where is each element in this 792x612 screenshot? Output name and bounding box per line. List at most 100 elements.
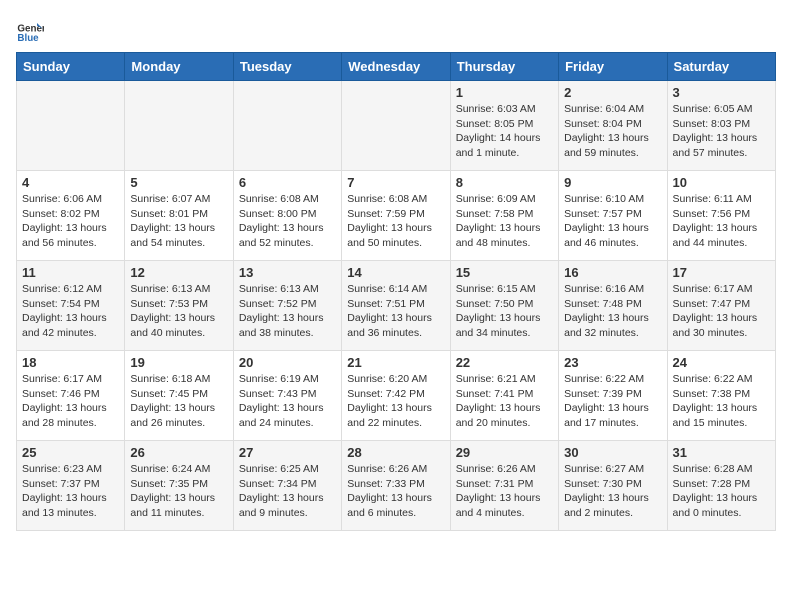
day-info: Sunrise: 6:16 AM Sunset: 7:48 PM Dayligh… [564,282,661,341]
day-number: 6 [239,175,336,190]
sunrise-label: Sunrise: 6:26 AM [456,463,536,475]
daylight-label: Daylight: 13 hours and 6 minutes. [347,492,432,519]
sunrise-label: Sunrise: 6:22 AM [564,373,644,385]
day-number: 22 [456,355,553,370]
sunset-label: Sunset: 8:01 PM [130,208,208,220]
sunrise-label: Sunrise: 6:17 AM [673,283,753,295]
calendar-cell: 17 Sunrise: 6:17 AM Sunset: 7:47 PM Dayl… [667,261,775,351]
day-number: 14 [347,265,444,280]
calendar-cell: 22 Sunrise: 6:21 AM Sunset: 7:41 PM Dayl… [450,351,558,441]
day-number: 9 [564,175,661,190]
day-info: Sunrise: 6:07 AM Sunset: 8:01 PM Dayligh… [130,192,227,251]
day-number: 16 [564,265,661,280]
calendar-cell [125,81,233,171]
daylight-label: Daylight: 13 hours and 34 minutes. [456,312,541,339]
day-info: Sunrise: 6:17 AM Sunset: 7:47 PM Dayligh… [673,282,770,341]
col-header-monday: Monday [125,53,233,81]
day-number: 20 [239,355,336,370]
day-number: 24 [673,355,770,370]
sunset-label: Sunset: 7:56 PM [673,208,751,220]
svg-text:Blue: Blue [17,33,39,44]
sunrise-label: Sunrise: 6:21 AM [456,373,536,385]
sunrise-label: Sunrise: 6:11 AM [673,193,752,205]
daylight-label: Daylight: 13 hours and 48 minutes. [456,222,541,249]
daylight-label: Daylight: 13 hours and 30 minutes. [673,312,758,339]
calendar-header-row: SundayMondayTuesdayWednesdayThursdayFrid… [17,53,776,81]
day-info: Sunrise: 6:08 AM Sunset: 8:00 PM Dayligh… [239,192,336,251]
daylight-label: Daylight: 13 hours and 36 minutes. [347,312,432,339]
daylight-label: Daylight: 13 hours and 9 minutes. [239,492,324,519]
calendar-cell: 2 Sunrise: 6:04 AM Sunset: 8:04 PM Dayli… [559,81,667,171]
day-number: 13 [239,265,336,280]
sunrise-label: Sunrise: 6:12 AM [22,283,102,295]
sunrise-label: Sunrise: 6:18 AM [130,373,210,385]
daylight-label: Daylight: 13 hours and 11 minutes. [130,492,215,519]
day-info: Sunrise: 6:22 AM Sunset: 7:38 PM Dayligh… [673,372,770,431]
sunrise-label: Sunrise: 6:16 AM [564,283,644,295]
daylight-label: Daylight: 13 hours and 44 minutes. [673,222,758,249]
day-info: Sunrise: 6:26 AM Sunset: 7:33 PM Dayligh… [347,462,444,521]
day-number: 21 [347,355,444,370]
sunset-label: Sunset: 8:02 PM [22,208,100,220]
calendar-cell: 30 Sunrise: 6:27 AM Sunset: 7:30 PM Dayl… [559,441,667,531]
calendar-week-1: 1 Sunrise: 6:03 AM Sunset: 8:05 PM Dayli… [17,81,776,171]
sunrise-label: Sunrise: 6:26 AM [347,463,427,475]
day-number: 10 [673,175,770,190]
day-info: Sunrise: 6:26 AM Sunset: 7:31 PM Dayligh… [456,462,553,521]
sunset-label: Sunset: 7:30 PM [564,478,642,490]
day-info: Sunrise: 6:22 AM Sunset: 7:39 PM Dayligh… [564,372,661,431]
calendar-cell: 7 Sunrise: 6:08 AM Sunset: 7:59 PM Dayli… [342,171,450,261]
day-number: 27 [239,445,336,460]
sunset-label: Sunset: 7:39 PM [564,388,642,400]
sunset-label: Sunset: 7:48 PM [564,298,642,310]
sunset-label: Sunset: 8:00 PM [239,208,317,220]
sunset-label: Sunset: 8:05 PM [456,118,534,130]
sunset-label: Sunset: 7:43 PM [239,388,317,400]
col-header-friday: Friday [559,53,667,81]
daylight-label: Daylight: 13 hours and 46 minutes. [564,222,649,249]
sunset-label: Sunset: 8:03 PM [673,118,751,130]
col-header-saturday: Saturday [667,53,775,81]
sunset-label: Sunset: 7:53 PM [130,298,208,310]
calendar-cell: 27 Sunrise: 6:25 AM Sunset: 7:34 PM Dayl… [233,441,341,531]
daylight-label: Daylight: 13 hours and 57 minutes. [673,132,758,159]
day-info: Sunrise: 6:09 AM Sunset: 7:58 PM Dayligh… [456,192,553,251]
day-info: Sunrise: 6:28 AM Sunset: 7:28 PM Dayligh… [673,462,770,521]
day-number: 17 [673,265,770,280]
sunrise-label: Sunrise: 6:04 AM [564,103,644,115]
day-number: 28 [347,445,444,460]
day-info: Sunrise: 6:25 AM Sunset: 7:34 PM Dayligh… [239,462,336,521]
calendar-cell: 31 Sunrise: 6:28 AM Sunset: 7:28 PM Dayl… [667,441,775,531]
daylight-label: Daylight: 13 hours and 56 minutes. [22,222,107,249]
calendar-cell: 28 Sunrise: 6:26 AM Sunset: 7:33 PM Dayl… [342,441,450,531]
sunset-label: Sunset: 7:37 PM [22,478,100,490]
daylight-label: Daylight: 13 hours and 54 minutes. [130,222,215,249]
sunrise-label: Sunrise: 6:28 AM [673,463,753,475]
sunset-label: Sunset: 7:28 PM [673,478,751,490]
day-info: Sunrise: 6:13 AM Sunset: 7:53 PM Dayligh… [130,282,227,341]
sunrise-label: Sunrise: 6:07 AM [130,193,210,205]
calendar-cell [17,81,125,171]
day-info: Sunrise: 6:23 AM Sunset: 7:37 PM Dayligh… [22,462,119,521]
daylight-label: Daylight: 13 hours and 32 minutes. [564,312,649,339]
day-info: Sunrise: 6:24 AM Sunset: 7:35 PM Dayligh… [130,462,227,521]
sunset-label: Sunset: 7:33 PM [347,478,425,490]
day-info: Sunrise: 6:17 AM Sunset: 7:46 PM Dayligh… [22,372,119,431]
day-info: Sunrise: 6:13 AM Sunset: 7:52 PM Dayligh… [239,282,336,341]
calendar-cell: 21 Sunrise: 6:20 AM Sunset: 7:42 PM Dayl… [342,351,450,441]
daylight-label: Daylight: 13 hours and 15 minutes. [673,402,758,429]
sunset-label: Sunset: 7:34 PM [239,478,317,490]
calendar-cell: 14 Sunrise: 6:14 AM Sunset: 7:51 PM Dayl… [342,261,450,351]
calendar-cell: 8 Sunrise: 6:09 AM Sunset: 7:58 PM Dayli… [450,171,558,261]
page-header: General Blue [16,16,776,44]
sunrise-label: Sunrise: 6:10 AM [564,193,644,205]
col-header-tuesday: Tuesday [233,53,341,81]
sunset-label: Sunset: 7:59 PM [347,208,425,220]
daylight-label: Daylight: 13 hours and 4 minutes. [456,492,541,519]
calendar-week-2: 4 Sunrise: 6:06 AM Sunset: 8:02 PM Dayli… [17,171,776,261]
calendar-cell: 15 Sunrise: 6:15 AM Sunset: 7:50 PM Dayl… [450,261,558,351]
day-info: Sunrise: 6:08 AM Sunset: 7:59 PM Dayligh… [347,192,444,251]
day-number: 30 [564,445,661,460]
daylight-label: Daylight: 13 hours and 42 minutes. [22,312,107,339]
daylight-label: Daylight: 13 hours and 0 minutes. [673,492,758,519]
